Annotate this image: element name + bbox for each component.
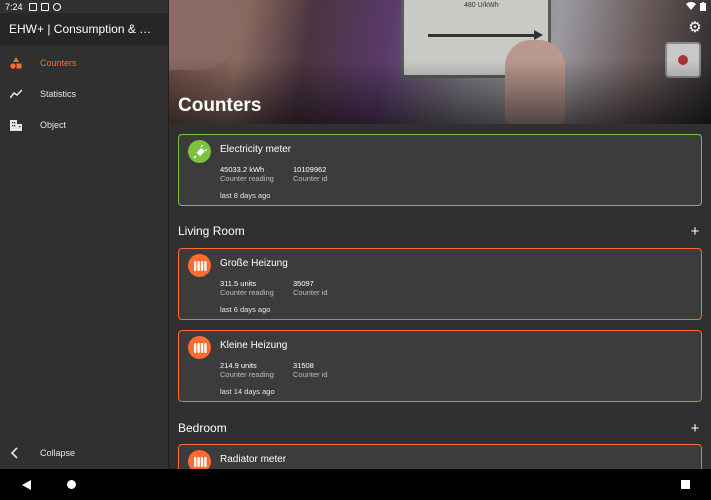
status-icons: [686, 2, 706, 11]
plug-icon: [188, 140, 211, 163]
sidebar-item-label: Counters: [40, 57, 77, 68]
counter-name: Radiator meter: [220, 454, 287, 465]
status-time: 7:24: [5, 1, 23, 12]
chart-line-icon: [10, 88, 22, 100]
section-title: Bedroom: [178, 421, 227, 435]
nav-recents-button[interactable]: [675, 469, 695, 500]
page-title: Counters: [178, 95, 262, 116]
shapes-icon: [10, 56, 22, 69]
nav-back-button[interactable]: [16, 469, 36, 500]
chevron-left-icon: [8, 447, 20, 459]
sidebar: EHW+ | Consumption & mete... Counters St…: [0, 0, 169, 469]
app-title: EHW+ | Consumption & mete...: [0, 13, 169, 45]
counter-id: 10109962 Counter id: [293, 165, 366, 183]
radiator-icon: [188, 336, 211, 359]
counter-reading: 214.9 units Counter reading: [220, 361, 293, 379]
meter-arrow: [428, 34, 538, 37]
counter-name: Kleine Heizung: [220, 340, 288, 351]
counter-name: Electricity meter: [220, 144, 292, 155]
counter-values: 311.5 units Counter reading 35097 Counte…: [220, 279, 366, 297]
settings-button[interactable]: ⚙: [687, 20, 703, 36]
counter-id: 31508 Counter id: [293, 361, 366, 379]
nav-home-button[interactable]: [61, 469, 81, 500]
counter-reading: 45033.2 kWh Counter reading: [220, 165, 293, 183]
plus-icon: +: [690, 419, 700, 437]
header-image: 480 U/kWh Counters ⚙: [169, 0, 711, 124]
section-header-living-room: Living Room +: [178, 221, 702, 241]
notification-icon: [40, 2, 49, 11]
counter-card-grosse-heizung[interactable]: Große Heizung 311.5 units Counter readin…: [178, 248, 702, 320]
sidebar-item-label: Object: [40, 119, 67, 130]
sidebar-item-counters[interactable]: Counters: [0, 47, 169, 78]
collapse-label: Collapse: [40, 448, 76, 458]
counter-reading: 311.5 units Counter reading: [220, 279, 293, 297]
counter-id-label: Counter id: [293, 174, 328, 183]
notification-icon: [52, 2, 61, 11]
counter-reading-label: Counter reading: [220, 174, 274, 183]
section-title: Living Room: [178, 224, 245, 238]
wifi-icon: [686, 2, 696, 10]
counter-last-reading: last 8 days ago: [220, 191, 271, 200]
counter-reading-value: 214.9 units: [220, 361, 257, 370]
counter-reading-label: Counter reading: [220, 288, 274, 297]
gear-icon: ⚙: [688, 19, 702, 36]
section-header-bedroom: Bedroom +: [178, 418, 702, 438]
status-bar: 7:24: [0, 0, 711, 13]
counter-id-label: Counter id: [293, 370, 328, 379]
recents-square-icon: [680, 480, 690, 489]
radiator-icon: [188, 254, 211, 277]
sidebar-item-object[interactable]: Object: [0, 109, 169, 140]
plus-icon: +: [690, 222, 700, 240]
building-icon: [10, 119, 22, 131]
counter-last-reading: last 6 days ago: [220, 305, 271, 314]
counter-id-value: 35097: [293, 279, 314, 288]
main-content[interactable]: 480 U/kWh Counters ⚙ Electricity meter 4…: [169, 0, 711, 469]
counter-id: 35097 Counter id: [293, 279, 366, 297]
notification-icon: [28, 2, 37, 11]
counter-card-radiator-meter[interactable]: Radiator meter: [178, 444, 702, 469]
sidebar-nav: Counters Statistics Object: [0, 47, 169, 140]
counter-id-label: Counter id: [293, 288, 328, 297]
system-nav-bar: [0, 469, 711, 500]
collapse-button[interactable]: Collapse: [0, 440, 169, 466]
meter-arrowhead: [534, 30, 543, 40]
back-triangle-icon: [21, 479, 31, 490]
add-counter-button[interactable]: +: [688, 420, 702, 437]
add-counter-button[interactable]: +: [688, 223, 702, 240]
counter-card-electricity[interactable]: Electricity meter 45033.2 kWh Counter re…: [178, 134, 702, 206]
counter-id-value: 10109962: [293, 165, 327, 174]
home-circle-icon: [66, 480, 76, 489]
sidebar-item-label: Statistics: [40, 88, 77, 99]
sidebar-item-statistics[interactable]: Statistics: [0, 78, 169, 109]
counter-reading-value: 45033.2 kWh: [220, 165, 265, 174]
counter-values: 45033.2 kWh Counter reading 10109962 Cou…: [220, 165, 366, 183]
counter-values: 214.9 units Counter reading 31508 Counte…: [220, 361, 366, 379]
radiator-icon: [188, 450, 211, 469]
counter-reading-label: Counter reading: [220, 370, 274, 379]
counter-reading-value: 311.5 units: [220, 279, 257, 288]
counter-last-reading: last 14 days ago: [220, 387, 275, 396]
counter-card-kleine-heizung[interactable]: Kleine Heizung 214.9 units Counter readi…: [178, 330, 702, 402]
battery-icon: [700, 2, 706, 11]
counter-id-value: 31508: [293, 361, 314, 370]
counter-name: Große Heizung: [220, 258, 288, 269]
